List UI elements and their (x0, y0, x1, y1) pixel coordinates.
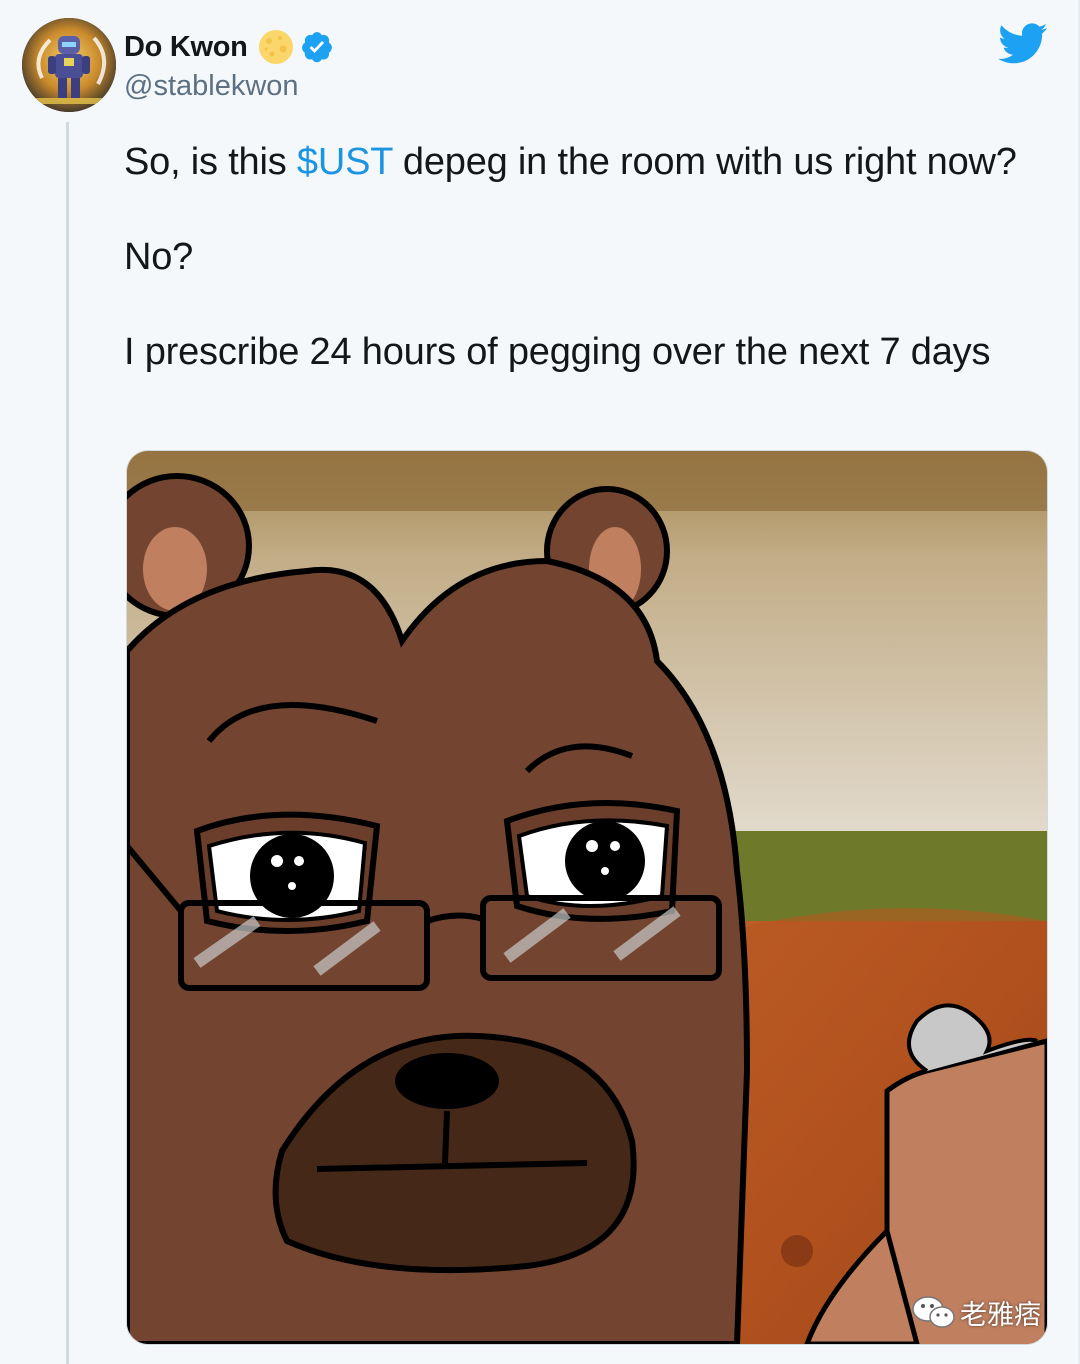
author-handle[interactable]: @stablekwon (124, 70, 334, 103)
tweet-media-image[interactable]: 老雅痞 (126, 450, 1048, 1345)
tweet-text-segment: So, is this (124, 141, 297, 183)
tweet-text: So, is this $UST depeg in the room with … (124, 138, 1054, 376)
tweet-paragraph-1: So, is this $UST depeg in the room with … (124, 138, 1054, 186)
tweet-paragraph-3: I prescribe 24 hours of pegging over the… (124, 331, 991, 373)
bear-therapist-illustration (127, 451, 1047, 1344)
cashtag-link[interactable]: $UST (297, 141, 393, 183)
author-display-name[interactable]: Do Kwon (124, 31, 248, 64)
tweet-paragraph-2: No? (124, 236, 194, 278)
watermark-text: 老雅痞 (960, 1300, 1041, 1330)
wechat-icon (912, 1295, 955, 1328)
tweet-card: Do Kwon @stablekwon So, is this $UST dep… (0, 0, 1080, 1364)
thread-line (66, 122, 69, 1364)
author-name-row: Do Kwon (124, 26, 334, 68)
tweet-text-segment: depeg in the room with us right now? (392, 141, 1017, 183)
media-watermark: 老雅痞 (912, 1293, 1041, 1332)
moon-icon (258, 30, 293, 64)
twitter-bird-icon[interactable] (998, 22, 1048, 66)
verified-icon (301, 32, 332, 63)
author-block: Do Kwon @stablekwon (124, 26, 334, 103)
author-avatar[interactable] (22, 18, 116, 112)
